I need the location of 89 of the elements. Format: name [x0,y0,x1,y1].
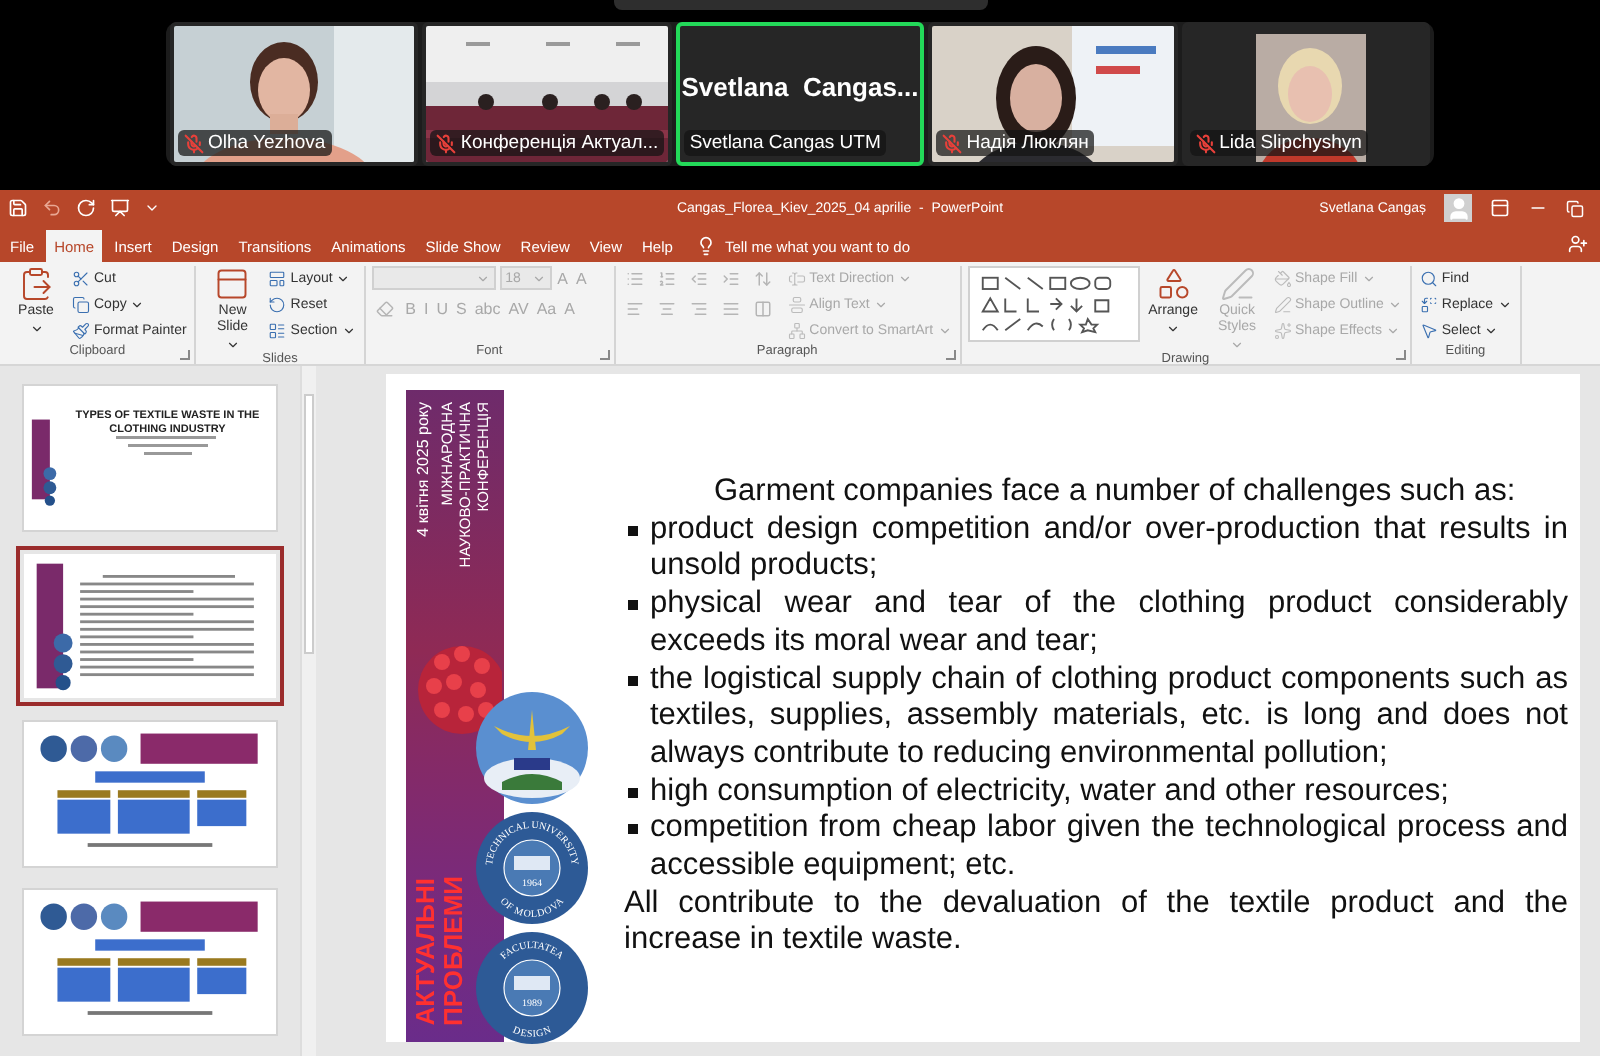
pen-icon [1219,266,1256,302]
paint-bucket-icon [1273,269,1292,287]
slide-intro: Garment companies face a number of challenges such as: [714,474,1518,512]
muted-mic-icon [184,133,204,153]
caret-icon [937,323,952,337]
bullet-text: product design competition and/or over-production that results in unsold products; [650,511,1568,587]
participant-name: Olha Yezhova [208,132,326,154]
user-avatar[interactable] [1444,194,1472,222]
slide-icon [214,266,251,302]
save-icon[interactable] [8,198,28,218]
clipboard-icon [18,266,54,302]
caret-icon [336,271,351,285]
presentation-icon[interactable] [110,198,130,218]
align-text-icon [787,295,806,313]
dialog-launcher-icon[interactable] [1395,350,1406,360]
caret-icon [130,297,145,311]
scrollbar[interactable] [300,366,316,1056]
caret-icon [1230,338,1245,352]
participant-name: Конференція Актуал... [460,132,659,154]
bullet-text: physical wear and tear of the clothing product considerably exceeds its moral wear and tear; [650,586,1568,662]
numbered-list-icon [658,269,677,287]
pointer-icon [1419,321,1438,339]
banner-title: ПРОБЛЕМИ [440,876,468,1026]
participant-name: Svetlana Cangas UTM [689,132,881,154]
justify-icon [722,299,741,317]
emblem-logo [474,690,590,806]
share-icon[interactable] [1568,234,1588,254]
lightbulb-icon [696,236,717,256]
smartart-icon [787,321,806,339]
person-icon [1445,196,1471,222]
bullet-icon [628,787,638,798]
layout-icon [268,269,287,287]
caret-icon [225,338,240,352]
scrollbar-thumb[interactable] [304,394,314,654]
bullet-text: high consumption of electricity, water and other resources; [650,773,1449,811]
caret-icon[interactable] [144,200,160,216]
dialog-launcher-icon[interactable] [945,350,956,360]
participant-display-name: Svetlana Cangas... [681,71,919,101]
ribbon-display-icon[interactable] [1490,198,1510,218]
bullet-icon [628,525,638,536]
participant-tile[interactable]: Lida Slipchyshyn [1181,22,1431,166]
scissors-icon [72,269,90,287]
indent-icon [722,269,741,287]
muted-mic-icon [942,133,963,153]
banner-date: 4 квітня 2025 року [414,402,432,537]
participant-tile[interactable]: Надія Люклян [928,22,1178,166]
participant-tile[interactable]: Olha Yezhova [170,22,419,166]
shapes-gallery[interactable] [967,266,1140,342]
eraser-icon [376,299,395,317]
align-center-icon [658,299,677,317]
bullet-list-icon [626,269,645,287]
bullet-text: competition from cheap labor given the technological process and accessible equipment; etc. [650,810,1568,886]
participant-name: Lida Slipchyshyn [1219,132,1362,154]
dialog-launcher-icon[interactable] [599,350,610,360]
paintbrush-icon [72,321,90,339]
participant-tile[interactable]: Svetlana Cangas... Svetlana Cangas UTM [675,22,925,166]
muted-mic-icon [436,133,457,153]
muted-mic-icon [1195,133,1216,153]
undo-icon[interactable] [42,198,62,218]
restore-icon[interactable] [1566,199,1584,217]
caret-icon [475,271,490,285]
shapes-icon [1155,266,1192,302]
caret-icon [531,271,546,285]
sparkles-icon [1273,321,1292,339]
bullet-text: the logistical supply chain of clothing product components such as textiles, supplies, assembly materials, etc. is long and does not always contribute to reducing environmental pollution; [650,661,1568,774]
section-icon [268,321,287,339]
bullet-icon [628,675,638,686]
redo-icon[interactable] [76,198,96,218]
caret-icon [1166,322,1181,336]
reset-icon [268,295,287,313]
banner-title: АКТУАЛЬНІ [412,878,440,1026]
outdent-icon [690,269,709,287]
bullet-icon [628,824,638,835]
copy-icon [72,295,90,313]
slide-conclusion: All contribute to the devaluation of the textile product and the increase in textile waste. [624,885,1568,961]
search-icon [1419,269,1438,287]
caret-icon [341,323,356,337]
columns-icon [754,299,773,317]
bullet-icon [628,600,638,611]
align-right-icon [690,299,709,317]
caret-icon [29,322,43,336]
author-lines-drawing [115,436,216,460]
dialog-launcher-icon[interactable] [180,350,191,360]
pen-icon [1273,295,1292,313]
participant-name: Надія Люклян [966,132,1089,154]
text-direction-icon [787,269,806,287]
line-spacing-icon [754,269,773,287]
align-left-icon [626,299,645,317]
participant-tile[interactable]: Конференція Актуал... [422,22,672,166]
